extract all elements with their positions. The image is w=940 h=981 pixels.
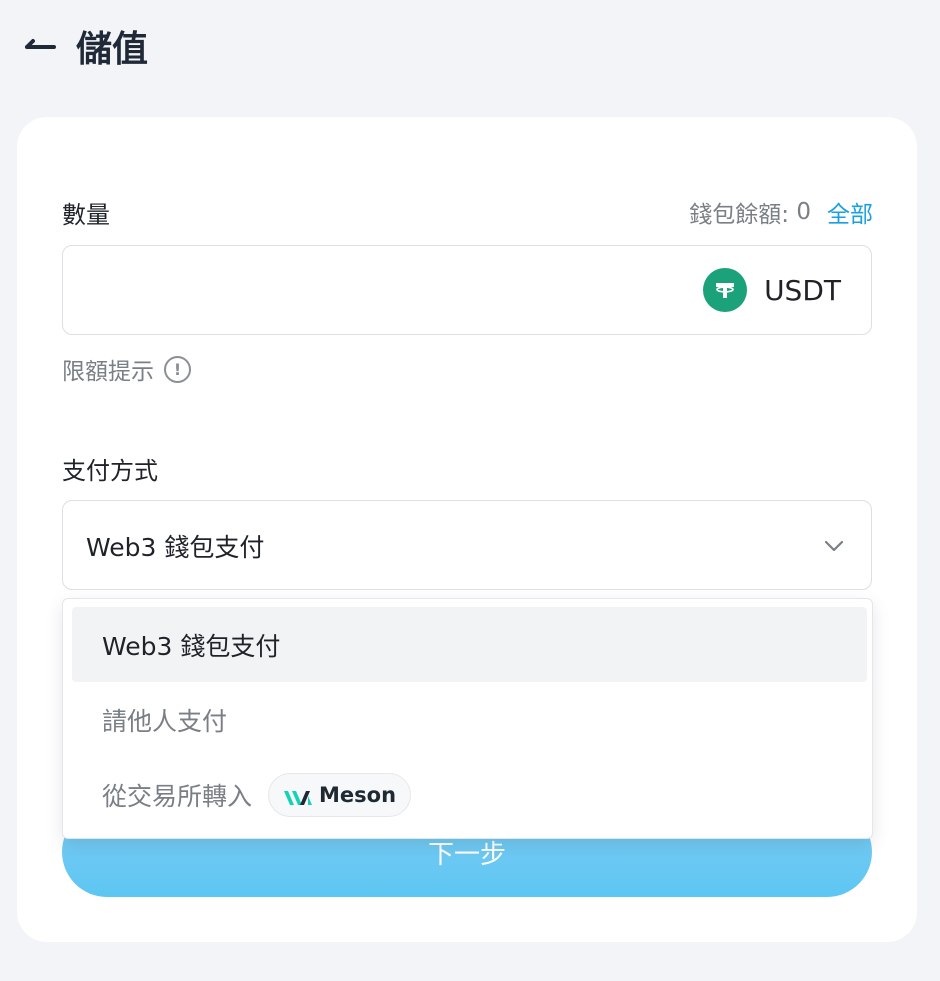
page-title: 儲值 (76, 29, 149, 70)
chevron-down-icon (823, 535, 845, 557)
option-label: 從交易所轉入 (102, 781, 253, 811)
limit-hint-label: 限額提示 (62, 359, 154, 385)
page-header: 儲值 (22, 22, 148, 70)
payment-option-exchange-transfer[interactable]: 從交易所轉入 Meson (72, 757, 867, 832)
payment-option-web3-wallet[interactable]: Web3 錢包支付 (72, 607, 867, 682)
usdt-tether-icon (703, 268, 748, 312)
payment-method-selected: Web3 錢包支付 (86, 533, 265, 562)
meson-badge: Meson (268, 772, 412, 817)
token-name: USDT (764, 273, 841, 307)
token-selector: USDT (703, 268, 841, 312)
option-label: Web3 錢包支付 (102, 631, 281, 661)
payment-method-label: 支付方式 (62, 457, 158, 485)
meson-name: Meson (319, 782, 397, 807)
payment-option-pay-by-others[interactable]: 請他人支付 (72, 682, 867, 757)
balance-label: 錢包餘額: (689, 202, 790, 228)
wallet-balance: 錢包餘額: 0 全部 (689, 195, 873, 229)
balance-value: 0 (796, 199, 811, 225)
payment-method-dropdown: Web3 錢包支付 請他人支付 從交易所轉入 Meson (62, 598, 873, 839)
payment-method-select[interactable]: Web3 錢包支付 (62, 500, 872, 590)
amount-label: 數量 (62, 201, 110, 229)
meson-logo-icon (283, 785, 313, 805)
info-icon[interactable]: ! (164, 355, 191, 383)
amount-input[interactable] (81, 246, 681, 334)
amount-field[interactable]: USDT (62, 245, 872, 335)
limit-hint[interactable]: 限額提示 ! (62, 353, 191, 385)
all-amount-link[interactable]: 全部 (827, 195, 873, 229)
back-arrow-icon[interactable] (22, 34, 56, 58)
option-label: 請他人支付 (102, 706, 228, 736)
